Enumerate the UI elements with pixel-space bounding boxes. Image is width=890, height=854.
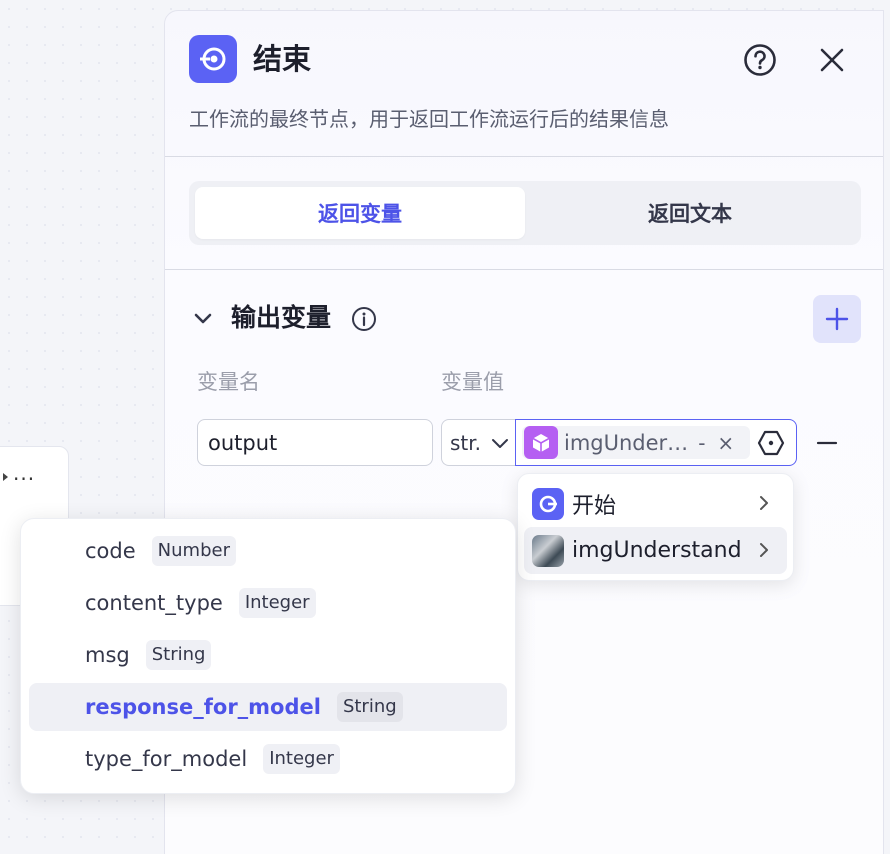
mode-tabs: 返回变量 返回文本: [189, 181, 861, 245]
info-circle-icon[interactable]: [351, 306, 377, 332]
field-item-type-for-model[interactable]: type_for_model Integer: [29, 735, 507, 783]
field-name: msg: [85, 643, 130, 667]
field-name: response_for_model: [85, 695, 321, 719]
reference-separator: -: [698, 430, 706, 455]
variable-type-select[interactable]: str.: [441, 419, 517, 466]
node-menu-item-start[interactable]: 开始: [524, 480, 787, 527]
variable-reference-field[interactable]: imgUnder… - ×: [515, 419, 797, 466]
chevron-right-icon: [760, 543, 768, 557]
end-node-icon: [189, 35, 237, 83]
question-circle-icon: [744, 44, 776, 76]
variable-value-field: str. imgUnder… - ×: [441, 419, 797, 466]
section-title: 输出变量: [231, 303, 332, 332]
variable-hexagon-icon[interactable]: [756, 428, 786, 458]
column-label-value: 变量值: [441, 370, 504, 394]
panel-title: 结束: [253, 42, 312, 76]
node-select-menu: 开始 imgUnderstand: [517, 473, 794, 581]
chevron-down-icon[interactable]: [193, 309, 213, 329]
close-button[interactable]: [815, 43, 849, 77]
tab-return-variables[interactable]: 返回变量: [195, 187, 525, 239]
field-item-code[interactable]: code Number: [29, 527, 507, 575]
plugin-cube-icon: [524, 426, 558, 459]
start-node-icon: [532, 487, 564, 520]
remove-variable-button[interactable]: [813, 429, 841, 457]
field-item-content-type[interactable]: content_type Integer: [29, 579, 507, 627]
output-variables-header: 输出变量: [189, 295, 861, 343]
chevron-down-icon: [492, 438, 509, 448]
imgunderstand-thumbnail-icon: [532, 534, 564, 567]
field-name: type_for_model: [85, 747, 248, 771]
reference-chip[interactable]: imgUnder… - ×: [522, 426, 750, 459]
node-menu-label: 开始: [572, 493, 617, 519]
field-item-msg[interactable]: msg String: [29, 631, 507, 679]
field-type-badge: String: [336, 692, 403, 722]
mode-tabs-section: 返回变量 返回文本: [165, 157, 883, 270]
field-name: content_type: [85, 591, 223, 615]
column-label-name: 变量名: [197, 370, 260, 394]
clear-reference-button[interactable]: ×: [717, 431, 734, 455]
add-variable-button[interactable]: [813, 295, 861, 343]
help-button[interactable]: [743, 43, 777, 77]
field-type-badge: Integer: [238, 588, 316, 618]
plus-icon: [825, 307, 849, 331]
variable-name-input[interactable]: [197, 419, 433, 466]
chevron-right-icon: [760, 496, 768, 510]
field-name: code: [85, 539, 136, 563]
node-menu-label: imgUnderstand: [572, 538, 742, 563]
reference-label: imgUnder…: [564, 430, 689, 455]
field-type-badge: String: [145, 640, 212, 670]
node-menu-item-imgunderstand[interactable]: imgUnderstand: [524, 527, 787, 574]
field-item-response-for-model[interactable]: response_for_model String: [29, 683, 507, 731]
more-options-icon[interactable]: ···: [13, 469, 35, 489]
panel-header: 结束 工作流的最终节点，用于返回工作流运行后的结果信息: [165, 11, 883, 157]
tab-return-text[interactable]: 返回文本: [525, 187, 855, 239]
field-type-badge: Integer: [263, 744, 340, 774]
minus-icon: [816, 441, 838, 445]
field-type-badge: Number: [151, 536, 236, 566]
field-select-menu: code Number content_type Integer msg Str…: [20, 518, 516, 794]
type-label: str.: [450, 430, 482, 455]
close-icon: [820, 48, 844, 72]
play-arrow-icon: [3, 473, 8, 481]
panel-description: 工作流的最终节点，用于返回工作流运行后的结果信息: [189, 107, 669, 131]
